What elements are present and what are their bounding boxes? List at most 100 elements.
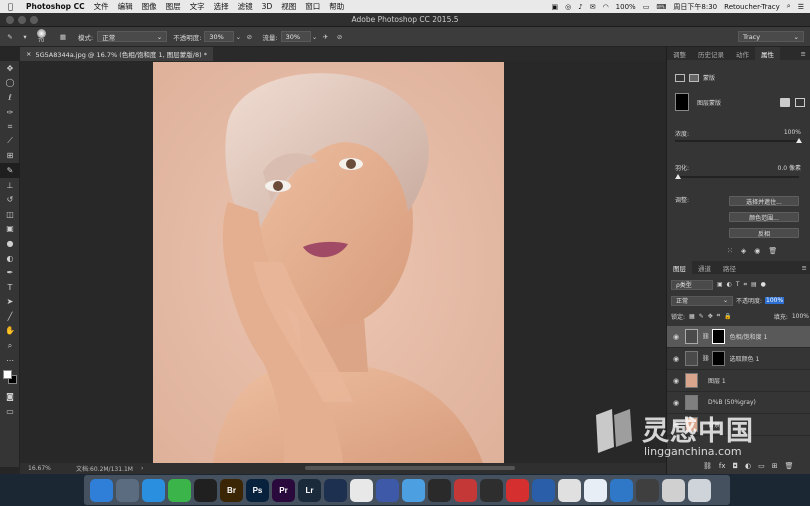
add-pixel-mask-icon[interactable]: [780, 97, 790, 107]
move-tool-icon[interactable]: ✥: [0, 61, 20, 76]
tab-paths[interactable]: 路径: [717, 261, 742, 274]
crop-tool-icon[interactable]: ⌗: [0, 119, 20, 134]
dock-netease-music-icon[interactable]: [506, 478, 529, 502]
line-tool-icon[interactable]: ╱: [0, 309, 20, 324]
pressure-opacity-icon[interactable]: ⊘: [242, 33, 256, 41]
tab-actions[interactable]: 动作: [730, 47, 755, 60]
new-layer-icon[interactable]: ⊞: [772, 462, 778, 470]
feather-slider-thumb[interactable]: [675, 174, 681, 179]
dock-qq-icon[interactable]: [194, 478, 217, 502]
stamp-tool-icon[interactable]: ⊥: [0, 178, 20, 193]
mask-thumbnail[interactable]: [675, 93, 689, 111]
gradient-tool-icon[interactable]: ▣: [0, 222, 20, 237]
portrait-photo[interactable]: [153, 62, 504, 463]
status-icon[interactable]: ♪: [578, 3, 582, 11]
close-icon[interactable]: ×: [26, 50, 31, 58]
quick-select-tool-icon[interactable]: ✑: [0, 105, 20, 120]
blur-tool-icon[interactable]: ●: [0, 236, 20, 251]
chevron-down-icon[interactable]: ⌄: [311, 33, 319, 41]
type-tool-icon[interactable]: T: [0, 280, 20, 295]
color-swatches[interactable]: [0, 367, 20, 389]
dock-keynote-icon[interactable]: [610, 478, 633, 502]
status-icon[interactable]: ▣: [551, 3, 558, 11]
panel-menu-icon[interactable]: ≡: [801, 50, 806, 58]
filter-adjust-icon[interactable]: ◐: [727, 281, 732, 288]
zoom-level[interactable]: 16.67%: [28, 465, 68, 472]
layer-opacity-value[interactable]: 100%: [765, 297, 785, 304]
invert-button[interactable]: 反相: [729, 228, 799, 238]
add-mask-icon[interactable]: ◘: [733, 462, 739, 470]
status-icon[interactable]: ✉: [590, 3, 596, 11]
notification-icon[interactable]: ☰: [798, 3, 804, 11]
marquee-tool-icon[interactable]: ◯: [0, 76, 20, 91]
lasso-tool-icon[interactable]: ℓ: [0, 90, 20, 105]
filter-smart-icon[interactable]: ▤: [751, 281, 757, 288]
clock[interactable]: 周日下午8:30: [673, 2, 717, 12]
density-slider[interactable]: [675, 138, 802, 143]
add-vector-mask-icon[interactable]: [795, 97, 805, 107]
layer-row-hue-saturation[interactable]: ◉ ⛓ 色相/饱和度 1: [667, 326, 810, 348]
user-name[interactable]: Retoucher-Tracy: [724, 3, 780, 11]
menu-image[interactable]: 图像: [142, 1, 157, 12]
airbrush-icon[interactable]: ✈: [319, 33, 333, 41]
dock-app-d-icon[interactable]: [454, 478, 477, 502]
dock-app-e-icon[interactable]: [480, 478, 503, 502]
visibility-eye-icon[interactable]: ◉: [667, 355, 685, 363]
workspace-select[interactable]: Tracy ⌄: [738, 31, 804, 42]
pressure-size-icon[interactable]: ⊘: [333, 33, 347, 41]
dock-cinema4d-icon[interactable]: [324, 478, 347, 502]
tab-adjustments[interactable]: 调整: [667, 47, 692, 60]
chevron-right-icon[interactable]: ›: [141, 465, 143, 472]
menu-window[interactable]: 窗口: [305, 1, 320, 12]
layer-row-selective-color[interactable]: ◉ ⛓ 选取颜色 1: [667, 348, 810, 370]
horizontal-scrollbar[interactable]: [305, 466, 515, 470]
visibility-eye-icon[interactable]: ◉: [667, 377, 685, 385]
link-layers-icon[interactable]: ⛓: [703, 462, 712, 470]
brush-preset-picker[interactable]: 70: [30, 28, 52, 46]
dock-wechat-icon[interactable]: [168, 478, 191, 502]
filter-shape-icon[interactable]: ⌗: [744, 281, 747, 289]
blend-mode-select[interactable]: 正常 ⌄: [671, 295, 733, 306]
preset-arrow-icon[interactable]: ▾: [20, 33, 30, 41]
menu-file[interactable]: 文件: [94, 1, 109, 12]
fill-value[interactable]: 100%: [792, 313, 809, 320]
opacity-field[interactable]: 30%: [204, 31, 235, 42]
quick-mask-icon[interactable]: ◙: [0, 389, 20, 404]
dock-photoshop-icon[interactable]: Ps: [246, 478, 269, 502]
menu-layer[interactable]: 图层: [166, 1, 181, 12]
zoom-tool-icon[interactable]: ⌕: [0, 338, 20, 353]
dock-app-b-icon[interactable]: [376, 478, 399, 502]
spotlight-icon[interactable]: ⌕: [787, 2, 791, 11]
panel-menu-icon[interactable]: ≡: [802, 264, 807, 272]
delete-layer-icon[interactable]: 🗑: [785, 462, 794, 470]
dock-app-h-icon[interactable]: [584, 478, 607, 502]
tab-properties[interactable]: 属性: [755, 47, 780, 60]
feather-value[interactable]: 0.0 像素: [778, 163, 801, 172]
status-icon[interactable]: ◎: [565, 3, 571, 11]
visibility-eye-icon[interactable]: ◉: [667, 333, 685, 341]
lock-all-icon[interactable]: 🔒: [724, 313, 731, 320]
layer-filter-select[interactable]: ρ类型: [671, 279, 713, 290]
dock-launchpad-icon[interactable]: [116, 478, 139, 502]
trash-icon[interactable]: 🗑: [768, 247, 777, 255]
menu-type[interactable]: 文字: [190, 1, 205, 12]
dock-finder-icon[interactable]: [90, 478, 113, 502]
dock-safari-icon[interactable]: [142, 478, 165, 502]
link-icon[interactable]: ⛓: [702, 333, 710, 340]
dock-premiere-icon[interactable]: Pr: [272, 478, 295, 502]
dock-trash-icon[interactable]: [688, 478, 711, 502]
lock-artboard-icon[interactable]: ⌗: [717, 312, 720, 320]
density-slider-thumb[interactable]: [796, 138, 802, 143]
dock-app-a-icon[interactable]: [350, 478, 373, 502]
dock-app-j-icon[interactable]: [662, 478, 685, 502]
lock-position-icon[interactable]: ✥: [708, 313, 713, 320]
eyedropper-tool-icon[interactable]: ⟋: [0, 134, 20, 149]
apply-mask-icon[interactable]: ◈: [741, 247, 746, 255]
dock-app-c-icon[interactable]: [402, 478, 425, 502]
brush-tool-icon[interactable]: ✎: [0, 163, 20, 178]
tab-layers[interactable]: 图层: [667, 261, 692, 274]
color-range-button[interactable]: 颜色范围...: [729, 212, 799, 222]
foreground-color-swatch[interactable]: [3, 370, 12, 380]
battery-icon[interactable]: ▭: [643, 3, 650, 11]
new-group-icon[interactable]: ▭: [758, 462, 765, 470]
